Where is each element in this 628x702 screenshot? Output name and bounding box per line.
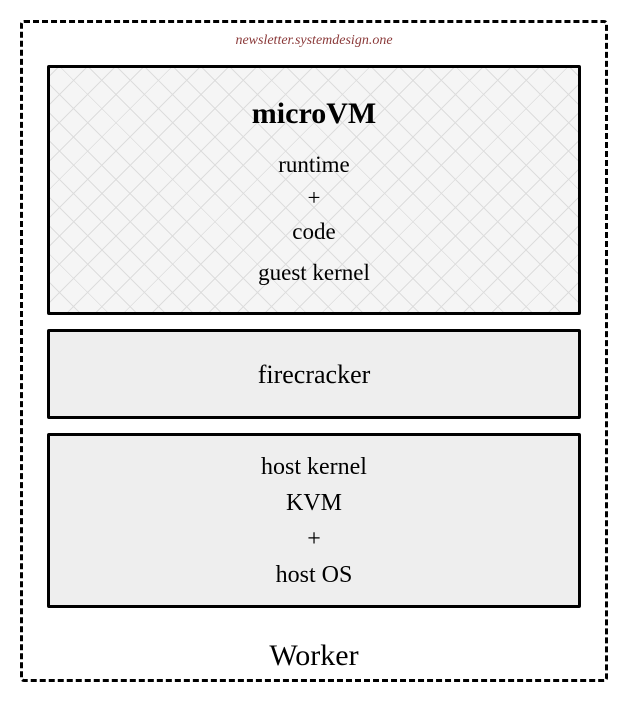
host-os-label: host OS [276,557,353,593]
worker-label: Worker [23,639,605,673]
host-plus-symbol: + [307,521,321,557]
microvm-guest-kernel-label: guest kernel [258,256,370,289]
microvm-plus-symbol: + [258,181,370,214]
host-kvm-label: KVM [286,485,342,521]
attribution-text: newsletter.systemdesign.one [47,33,581,49]
microvm-runtime-label: runtime [258,148,370,181]
microvm-title: microVM [252,91,376,136]
host-kernel-label: host kernel [261,449,367,485]
microvm-code-label: code [258,215,370,248]
microvm-content: runtime + code guest kernel [258,148,370,289]
firecracker-label: firecracker [258,355,371,394]
firecracker-box: firecracker [47,329,581,419]
microvm-box: microVM runtime + code guest kernel [47,65,581,315]
worker-container: newsletter.systemdesign.one microVM runt… [20,20,608,682]
host-box: host kernel KVM + host OS [47,433,581,608]
